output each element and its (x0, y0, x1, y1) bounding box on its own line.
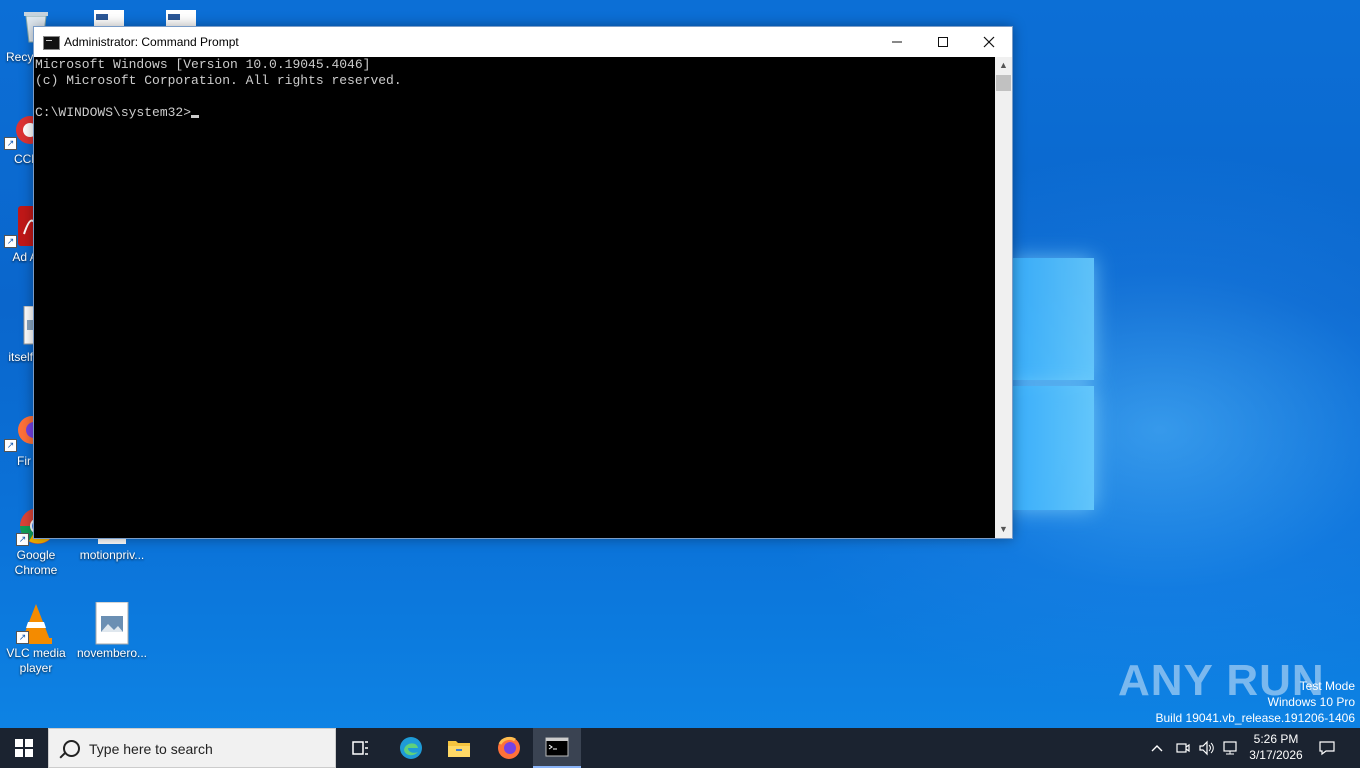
desktop-icon-label: VLC media player (6, 646, 66, 675)
task-view-icon (352, 741, 368, 755)
console-prompt: C:\WINDOWS\system32> (35, 105, 192, 120)
folder-icon (448, 741, 470, 757)
action-center-button[interactable] (1318, 728, 1336, 768)
shortcut-arrow-icon: ↗ (16, 533, 29, 546)
taskbar-command-prompt-button[interactable] (533, 728, 581, 768)
vlc-icon: ↗ (16, 602, 56, 644)
desktop-icon-vlc-media-player[interactable]: ↗ VLC media player (0, 602, 72, 676)
scroll-down-arrow-icon[interactable]: ▼ (995, 521, 1012, 538)
desktop-icon-label: motionpriv... (79, 548, 145, 562)
search-placeholder: Type here to search (89, 741, 213, 757)
command-prompt-window[interactable]: Administrator: Command Prompt Microsoft … (33, 26, 1013, 539)
task-view-button[interactable] (336, 728, 384, 768)
taskbar-firefox-button[interactable] (485, 728, 533, 768)
chevron-up-icon (1151, 745, 1163, 752)
tray-meet-now[interactable] (1175, 728, 1191, 768)
clock-time: 5:26 PM (1253, 732, 1299, 746)
test-mode-notice: Test Mode Windows 10 Pro Build 19041.vb_… (1156, 678, 1356, 726)
close-icon (983, 36, 995, 48)
desktop-icon-label: novembero... (76, 646, 148, 660)
notification-icon (1319, 741, 1335, 756)
desktop-icon-label: Google Chrome (14, 548, 58, 577)
scrollbar-thumb[interactable] (996, 75, 1011, 91)
start-button[interactable] (0, 728, 48, 768)
shortcut-arrow-icon: ↗ (4, 235, 17, 248)
windows-start-icon (15, 739, 33, 757)
shortcut-arrow-icon: ↗ (4, 137, 17, 150)
windows-logo-wallpaper (1012, 258, 1094, 512)
tray-volume[interactable] (1198, 728, 1216, 768)
build-label: Build 19041.vb_release.191206-1406 (1155, 711, 1356, 725)
windows-edition-label: Windows 10 Pro (1267, 695, 1355, 709)
cmd-icon (545, 737, 569, 757)
clock-date: 3/17/2026 (1249, 748, 1303, 762)
window-titlebar[interactable]: Administrator: Command Prompt (34, 27, 1012, 57)
edge-icon (400, 737, 422, 759)
search-icon (63, 740, 80, 757)
shortcut-arrow-icon: ↗ (16, 631, 29, 644)
console-output[interactable]: Microsoft Windows [Version 10.0.19045.40… (34, 57, 995, 538)
minimize-icon (892, 41, 902, 43)
console-line: (c) Microsoft Corporation. All rights re… (35, 73, 402, 88)
cmd-app-icon (43, 36, 60, 50)
desktop-icon-novembero[interactable]: novembero... (76, 601, 148, 661)
close-button[interactable] (966, 27, 1012, 57)
console-line: Microsoft Windows [Version 10.0.19045.40… (35, 57, 371, 72)
taskbar-search-box[interactable]: Type here to search (48, 728, 336, 768)
taskbar-edge-button[interactable] (387, 728, 435, 768)
firefox-icon (498, 736, 520, 759)
shortcut-arrow-icon: ↗ (4, 439, 17, 452)
taskbar-file-explorer-button[interactable] (435, 728, 483, 768)
maximize-icon (938, 37, 948, 47)
test-mode-label: Test Mode (1299, 679, 1355, 693)
minimize-button[interactable] (874, 27, 920, 57)
volume-icon (1199, 740, 1214, 756)
maximize-button[interactable] (920, 27, 966, 57)
window-title: Administrator: Command Prompt (64, 35, 239, 49)
vertical-scrollbar[interactable]: ▲ ▼ (995, 57, 1012, 538)
system-clock[interactable]: 5:26 PM 3/17/2026 (1238, 731, 1314, 763)
scroll-up-arrow-icon[interactable]: ▲ (995, 57, 1012, 74)
desktop: Recy ↗ CCl ↗ Ad Acr itselfe ↗ Fir ↗ Goog… (0, 0, 1360, 728)
text-cursor (191, 115, 200, 118)
taskbar: Type here to search 5:26 PM 3/17/2026 (0, 728, 1360, 768)
image-file-icon (92, 601, 132, 645)
console-prompt-line[interactable]: C:\WINDOWS\system32> (35, 105, 995, 121)
camera-icon (1176, 743, 1190, 753)
show-hidden-icons-button[interactable] (1150, 728, 1164, 768)
